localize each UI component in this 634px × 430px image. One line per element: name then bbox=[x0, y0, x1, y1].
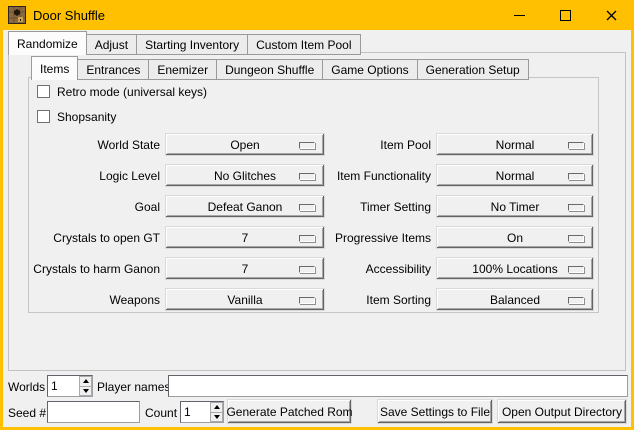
spin-up-button[interactable] bbox=[79, 376, 92, 387]
crystals-open-gt-value: 7 bbox=[242, 231, 249, 245]
tab-adjust[interactable]: Adjust bbox=[86, 34, 137, 55]
crystals-harm-ganon-label: Crystals to harm Ganon bbox=[28, 262, 160, 276]
tab-starting-inventory[interactable]: Starting Inventory bbox=[136, 34, 248, 55]
worlds-spinner[interactable] bbox=[47, 375, 93, 397]
checkbox-icon bbox=[37, 85, 50, 98]
player-names-input[interactable] bbox=[168, 375, 628, 397]
dropdown-indicator-icon bbox=[568, 173, 584, 180]
window-title: Door Shuffle bbox=[33, 8, 105, 23]
dropdown-indicator-icon bbox=[568, 297, 584, 304]
tab-game-options[interactable]: Game Options bbox=[322, 59, 417, 80]
accessibility-select[interactable]: 100% Locations bbox=[436, 257, 594, 280]
goal-label: Goal bbox=[28, 200, 160, 214]
dropdown-indicator-icon bbox=[568, 266, 584, 273]
dropdown-indicator-icon bbox=[568, 204, 584, 211]
crystals-open-gt-label: Crystals to open GT bbox=[28, 231, 160, 245]
weapons-value: Vanilla bbox=[227, 293, 262, 307]
timer-setting-label: Timer Setting bbox=[306, 200, 431, 214]
crystals-open-gt-select[interactable]: 7 bbox=[165, 226, 325, 249]
crystals-harm-ganon-value: 7 bbox=[242, 262, 249, 276]
weapons-label: Weapons bbox=[28, 293, 160, 307]
sub-tab-bar: Items Entrances Enemizer Dungeon Shuffle… bbox=[31, 56, 529, 80]
item-pool-label: Item Pool bbox=[306, 138, 431, 152]
arrow-down-icon bbox=[214, 415, 220, 419]
tab-items[interactable]: Items bbox=[31, 56, 78, 80]
count-input[interactable] bbox=[181, 402, 210, 422]
goal-value: Defeat Ganon bbox=[208, 200, 283, 214]
door-app-icon bbox=[8, 6, 26, 24]
item-pool-select[interactable]: Normal bbox=[436, 133, 594, 156]
player-names-label: Player names bbox=[97, 380, 170, 394]
door-shuffle-window: Door Shuffle Randomize Adjust Starting I… bbox=[0, 0, 634, 430]
retro-mode-label: Retro mode (universal keys) bbox=[57, 85, 207, 99]
retro-mode-checkbox[interactable]: Retro mode (universal keys) bbox=[37, 84, 207, 99]
accessibility-value: 100% Locations bbox=[472, 262, 557, 276]
item-functionality-select[interactable]: Normal bbox=[436, 164, 594, 187]
spin-down-button[interactable] bbox=[210, 413, 223, 423]
crystals-harm-ganon-select[interactable]: 7 bbox=[165, 257, 325, 280]
title-bar: Door Shuffle bbox=[0, 0, 634, 30]
accessibility-label: Accessibility bbox=[306, 262, 431, 276]
dropdown-indicator-icon bbox=[568, 235, 584, 242]
open-output-directory-button[interactable]: Open Output Directory bbox=[497, 399, 627, 424]
minimize-icon bbox=[514, 15, 525, 16]
save-settings-button[interactable]: Save Settings to File bbox=[377, 399, 493, 424]
arrow-down-icon bbox=[83, 389, 89, 393]
count-spinner[interactable] bbox=[180, 401, 224, 423]
progressive-items-select[interactable]: On bbox=[436, 226, 594, 249]
tab-generation-setup[interactable]: Generation Setup bbox=[417, 59, 529, 80]
dropdown-indicator-icon bbox=[568, 142, 584, 149]
item-sorting-value: Balanced bbox=[490, 293, 540, 307]
weapons-select[interactable]: Vanilla bbox=[165, 288, 325, 311]
generate-patched-rom-button[interactable]: Generate Patched Rom bbox=[227, 399, 352, 424]
spin-up-button[interactable] bbox=[210, 402, 223, 413]
minimize-button[interactable] bbox=[496, 0, 542, 30]
logic-level-select[interactable]: No Glitches bbox=[165, 164, 325, 187]
shopsanity-checkbox[interactable]: Shopsanity bbox=[37, 109, 116, 124]
close-button[interactable] bbox=[588, 0, 634, 30]
goal-select[interactable]: Defeat Ganon bbox=[165, 195, 325, 218]
main-tab-bar: Randomize Adjust Starting Inventory Cust… bbox=[8, 31, 361, 55]
item-functionality-value: Normal bbox=[496, 169, 535, 183]
tab-entrances[interactable]: Entrances bbox=[77, 59, 149, 80]
worlds-label: Worlds bbox=[8, 380, 45, 394]
shopsanity-label: Shopsanity bbox=[57, 110, 116, 124]
checkbox-icon bbox=[37, 110, 50, 123]
maximize-icon bbox=[560, 10, 571, 21]
worlds-input[interactable] bbox=[48, 376, 79, 396]
item-sorting-select[interactable]: Balanced bbox=[436, 288, 594, 311]
logic-level-label: Logic Level bbox=[28, 169, 160, 183]
tab-dungeon-shuffle[interactable]: Dungeon Shuffle bbox=[216, 59, 323, 80]
maximize-button[interactable] bbox=[542, 0, 588, 30]
item-sorting-label: Item Sorting bbox=[306, 293, 431, 307]
count-spin-buttons bbox=[210, 402, 223, 422]
close-icon bbox=[606, 10, 617, 21]
arrow-up-icon bbox=[214, 405, 220, 409]
timer-setting-value: No Timer bbox=[491, 200, 540, 214]
world-state-select[interactable]: Open bbox=[165, 133, 325, 156]
arrow-up-icon bbox=[83, 379, 89, 383]
count-label: Count bbox=[145, 406, 177, 420]
tab-randomize[interactable]: Randomize bbox=[8, 31, 87, 55]
item-functionality-label: Item Functionality bbox=[306, 169, 431, 183]
timer-setting-select[interactable]: No Timer bbox=[436, 195, 594, 218]
worlds-spin-buttons bbox=[79, 376, 92, 396]
spin-down-button[interactable] bbox=[79, 387, 92, 397]
tab-enemizer[interactable]: Enemizer bbox=[148, 59, 217, 80]
progressive-items-value: On bbox=[507, 231, 523, 245]
seed-input[interactable] bbox=[47, 401, 140, 423]
world-state-value: Open bbox=[230, 138, 259, 152]
seed-label: Seed # bbox=[8, 406, 46, 420]
world-state-label: World State bbox=[28, 138, 160, 152]
item-pool-value: Normal bbox=[496, 138, 535, 152]
logic-level-value: No Glitches bbox=[214, 169, 276, 183]
tab-custom-item-pool[interactable]: Custom Item Pool bbox=[247, 34, 360, 55]
progressive-items-label: Progressive Items bbox=[306, 231, 431, 245]
